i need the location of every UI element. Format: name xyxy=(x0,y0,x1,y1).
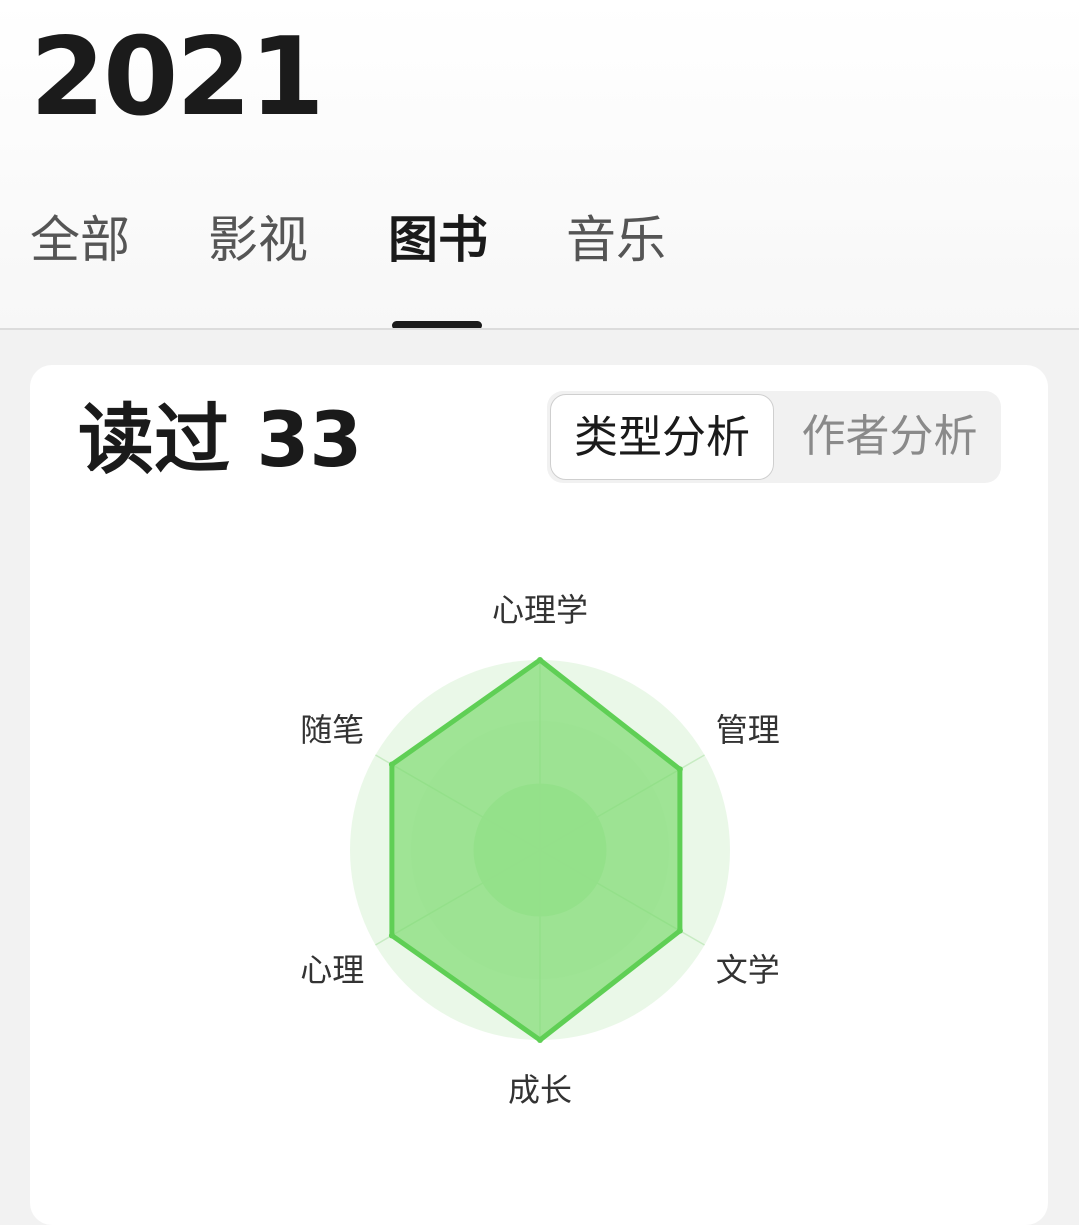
radar-axis-label: 心理学 xyxy=(492,591,588,629)
radar-axis-label: 管理 xyxy=(716,711,780,749)
radar-axis-label: 心理 xyxy=(300,951,364,989)
radar-axis-label: 文学 xyxy=(716,951,780,989)
header-area: 2021 全部 影视 图书 音乐 xyxy=(0,0,1079,328)
radar-point-1 xyxy=(676,766,683,773)
genre-radar-chart: 心理学管理文学成长 心理 随笔 xyxy=(300,591,780,1109)
radar-point-2 xyxy=(676,927,683,934)
tab-music[interactable]: 音乐 xyxy=(566,205,666,275)
radar-point-5 xyxy=(388,761,395,768)
radar-point-4 xyxy=(388,932,395,939)
tab-movies[interactable]: 影视 xyxy=(208,205,308,275)
year-title: 2021 xyxy=(30,15,325,140)
radar-axis-label: 成长 xyxy=(508,1071,572,1109)
radar-axis-label: 随笔 xyxy=(300,711,364,749)
radar-point-3 xyxy=(537,1037,543,1043)
reading-stats-card: 读过 33 类型分析 作者分析 心理学 管理 文学 成长 心理 随笔 xyxy=(30,365,1048,1225)
tab-bar: 全部 影视 图书 音乐 xyxy=(0,205,1079,281)
tab-books[interactable]: 图书 xyxy=(388,205,488,275)
radar-point-0 xyxy=(537,657,543,663)
tab-all[interactable]: 全部 xyxy=(30,205,130,275)
header-divider xyxy=(0,328,1079,330)
